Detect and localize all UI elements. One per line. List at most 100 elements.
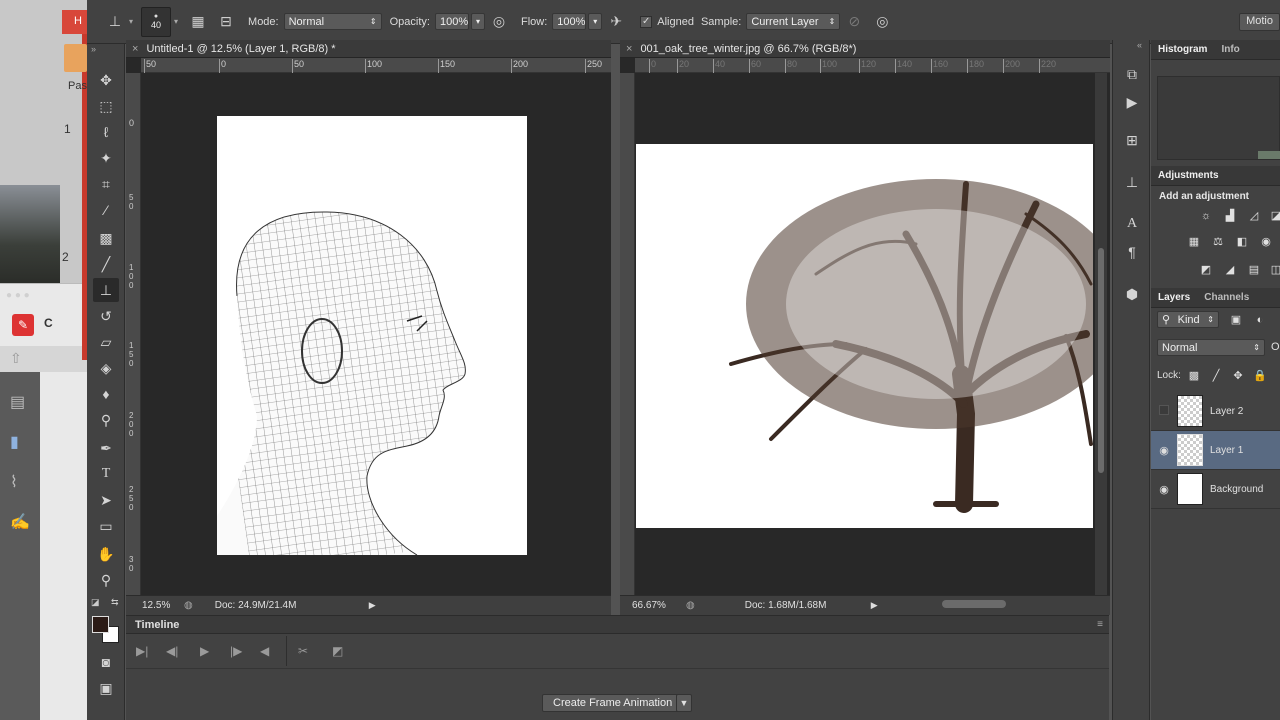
mode-select[interactable]: Normal ⇕ — [283, 13, 382, 30]
layer-row-background[interactable]: ◉ Background — [1151, 470, 1280, 509]
tool-presets-icon[interactable]: ⊥ — [1122, 174, 1142, 194]
bg-tab[interactable]: H — [62, 10, 87, 34]
layer-row-layer-2[interactable]: Layer 2 — [1151, 392, 1280, 431]
history-icon[interactable]: ⧉ — [1122, 66, 1142, 86]
doc1-canvas[interactable] — [217, 116, 527, 555]
doc2-vertical-scrollbar[interactable] — [1095, 73, 1107, 595]
zoom-tool-icon[interactable]: ⚲ — [93, 568, 119, 592]
doc2-canvas[interactable] — [636, 144, 1093, 528]
crop-tool-icon[interactable]: ⌗ — [93, 172, 119, 196]
rectangle-tool-icon[interactable]: ▭ — [93, 514, 119, 538]
pressure-opacity-icon[interactable]: ◎ — [489, 12, 509, 32]
brush-size-picker[interactable]: ● 40 — [141, 6, 172, 37]
tab-channels[interactable]: Channels — [1197, 292, 1256, 303]
eraser-tool-icon[interactable]: ▱ — [93, 330, 119, 354]
close-icon[interactable]: × — [626, 43, 632, 55]
path-selection-tool-icon[interactable]: ➤ — [93, 488, 119, 512]
pen-tool-icon[interactable]: ✒ — [93, 436, 119, 460]
brightness-icon[interactable]: ☼ — [1199, 210, 1213, 222]
tab-adjustments[interactable]: Adjustments — [1151, 170, 1226, 181]
lock-transparent-icon[interactable]: ▩ — [1187, 370, 1201, 382]
levels-icon[interactable]: ▟ — [1223, 210, 1237, 222]
black-white-icon[interactable]: ◧ — [1235, 236, 1249, 248]
scissors-icon[interactable]: ✂ — [298, 644, 308, 658]
play-arrow-icon[interactable]: ▶ — [369, 600, 376, 611]
airbrush-icon[interactable]: ✈ — [606, 12, 626, 32]
layer-name[interactable]: Layer 2 — [1210, 406, 1243, 417]
close-icon[interactable]: × — [132, 43, 138, 55]
lock-pixels-icon[interactable]: ╱ — [1209, 370, 1223, 382]
quick-mask-icon[interactable]: ◙ — [93, 650, 119, 674]
selective-color-icon[interactable]: ◫ — [1269, 264, 1280, 276]
doc1-tab[interactable]: × Untitled-1 @ 12.5% (Layer 1, RGB/8) * — [132, 43, 336, 55]
character-icon[interactable]: A — [1122, 216, 1142, 236]
toggle-brush-panel-icon[interactable]: ▦ — [188, 12, 208, 32]
lock-position-icon[interactable]: ✥ — [1231, 370, 1245, 382]
exposure-icon[interactable]: ◪ — [1269, 210, 1280, 222]
chevron-down-icon[interactable]: ▼ — [676, 694, 692, 712]
status-menu-icon[interactable]: ◍ — [184, 600, 193, 611]
layer-row-layer-1[interactable]: ◉ Layer 1 — [1151, 431, 1280, 470]
flow-field[interactable]: 100% — [552, 13, 587, 30]
collapse-icon[interactable]: « — [1137, 40, 1142, 50]
layer-name[interactable]: Background — [1210, 484, 1263, 495]
default-colors-icon[interactable]: ◪ — [91, 597, 100, 608]
doc2-zoom[interactable]: 66.67% — [632, 600, 686, 611]
sample-select[interactable]: Current Layer ⇕ — [746, 13, 841, 30]
lasso-tool-icon[interactable]: ℓ — [93, 120, 119, 144]
panel-menu-icon[interactable]: ≡ — [1097, 619, 1103, 630]
3d-icon[interactable]: ⬢ — [1122, 286, 1142, 306]
visibility-off-icon[interactable] — [1151, 404, 1177, 418]
type-tool-icon[interactable]: T — [93, 462, 119, 486]
transition-icon[interactable]: ◩ — [332, 644, 343, 658]
photo-filter-icon[interactable]: ◉ — [1259, 236, 1273, 248]
brush-tool-icon[interactable]: ╱ — [93, 252, 119, 276]
chevron-down-icon[interactable]: ▾ — [129, 17, 133, 26]
vibrance-icon[interactable]: ▦ — [1187, 236, 1201, 248]
first-frame-icon[interactable]: ▶| — [136, 644, 148, 658]
clone-stamp-preset-icon[interactable]: ⊥ — [105, 12, 125, 32]
status-menu-icon[interactable]: ◍ — [686, 600, 695, 611]
move-tool-icon[interactable]: ✥ — [93, 68, 119, 92]
tab-info[interactable]: Info — [1214, 44, 1246, 55]
opacity-dropdown[interactable]: ▾ — [470, 13, 485, 30]
ignore-adjustment-icon[interactable]: ⊘ — [844, 12, 864, 32]
history-brush-tool-icon[interactable]: ↺ — [93, 304, 119, 328]
paint-bucket-tool-icon[interactable]: ◈ — [93, 356, 119, 380]
screen-mode-icon[interactable]: ▣ — [93, 676, 119, 700]
layer-kind-filter[interactable]: ⚲ Kind ⇕ — [1157, 311, 1219, 328]
toggle-clone-source-icon[interactable]: ⊟ — [216, 12, 236, 32]
eyedropper-tool-icon[interactable]: ⁄ — [93, 198, 119, 222]
collapse-icon[interactable]: » — [91, 44, 96, 54]
clone-stamp-tool-icon[interactable]: ⊥ — [93, 278, 119, 302]
lock-all-icon[interactable]: 🔒 — [1253, 370, 1267, 382]
tab-histogram[interactable]: Histogram — [1151, 44, 1214, 55]
filter-adjustment-icon[interactable]: ◐ — [1253, 314, 1267, 326]
hand-tool-icon[interactable]: ✋ — [93, 542, 119, 566]
flow-dropdown[interactable]: ▾ — [588, 13, 603, 30]
aligned-checkbox[interactable]: ✓ — [640, 15, 653, 28]
paragraph-icon[interactable]: ¶ — [1122, 244, 1142, 264]
eye-icon[interactable]: ◉ — [1151, 444, 1177, 457]
scrollbar-thumb[interactable] — [1098, 248, 1104, 473]
timeline-title[interactable]: Timeline — [135, 619, 179, 631]
workspace-button[interactable]: Motio — [1239, 13, 1280, 31]
clone-source-icon[interactable]: ⊞ — [1122, 132, 1142, 152]
layer-name[interactable]: Layer 1 — [1210, 445, 1243, 456]
next-frame-icon[interactable]: |▶ — [230, 644, 242, 658]
opacity-field[interactable]: 100% — [434, 13, 469, 30]
posterize-icon[interactable]: ◢ — [1223, 264, 1237, 276]
healing-tool-icon[interactable]: ▩ — [93, 226, 119, 250]
play-icon[interactable]: ▶ — [200, 644, 209, 658]
actions-icon[interactable]: ▶ — [1122, 94, 1142, 114]
doc2-tab[interactable]: × 001_oak_tree_winter.jpg @ 66.7% (RGB/8… — [626, 43, 856, 55]
gradient-map-icon[interactable]: ▤ — [1247, 264, 1261, 276]
tab-layers[interactable]: Layers — [1151, 292, 1197, 303]
previous-frame-icon[interactable]: ◀| — [166, 644, 178, 658]
blur-tool-icon[interactable]: ♦ — [93, 382, 119, 406]
marquee-tool-icon[interactable]: ⬚ — [93, 94, 119, 118]
audio-icon[interactable]: ◀ — [260, 644, 269, 658]
chevron-down-icon[interactable]: ▾ — [174, 17, 178, 26]
eye-icon[interactable]: ◉ — [1151, 483, 1177, 496]
invert-icon[interactable]: ◩ — [1199, 264, 1213, 276]
